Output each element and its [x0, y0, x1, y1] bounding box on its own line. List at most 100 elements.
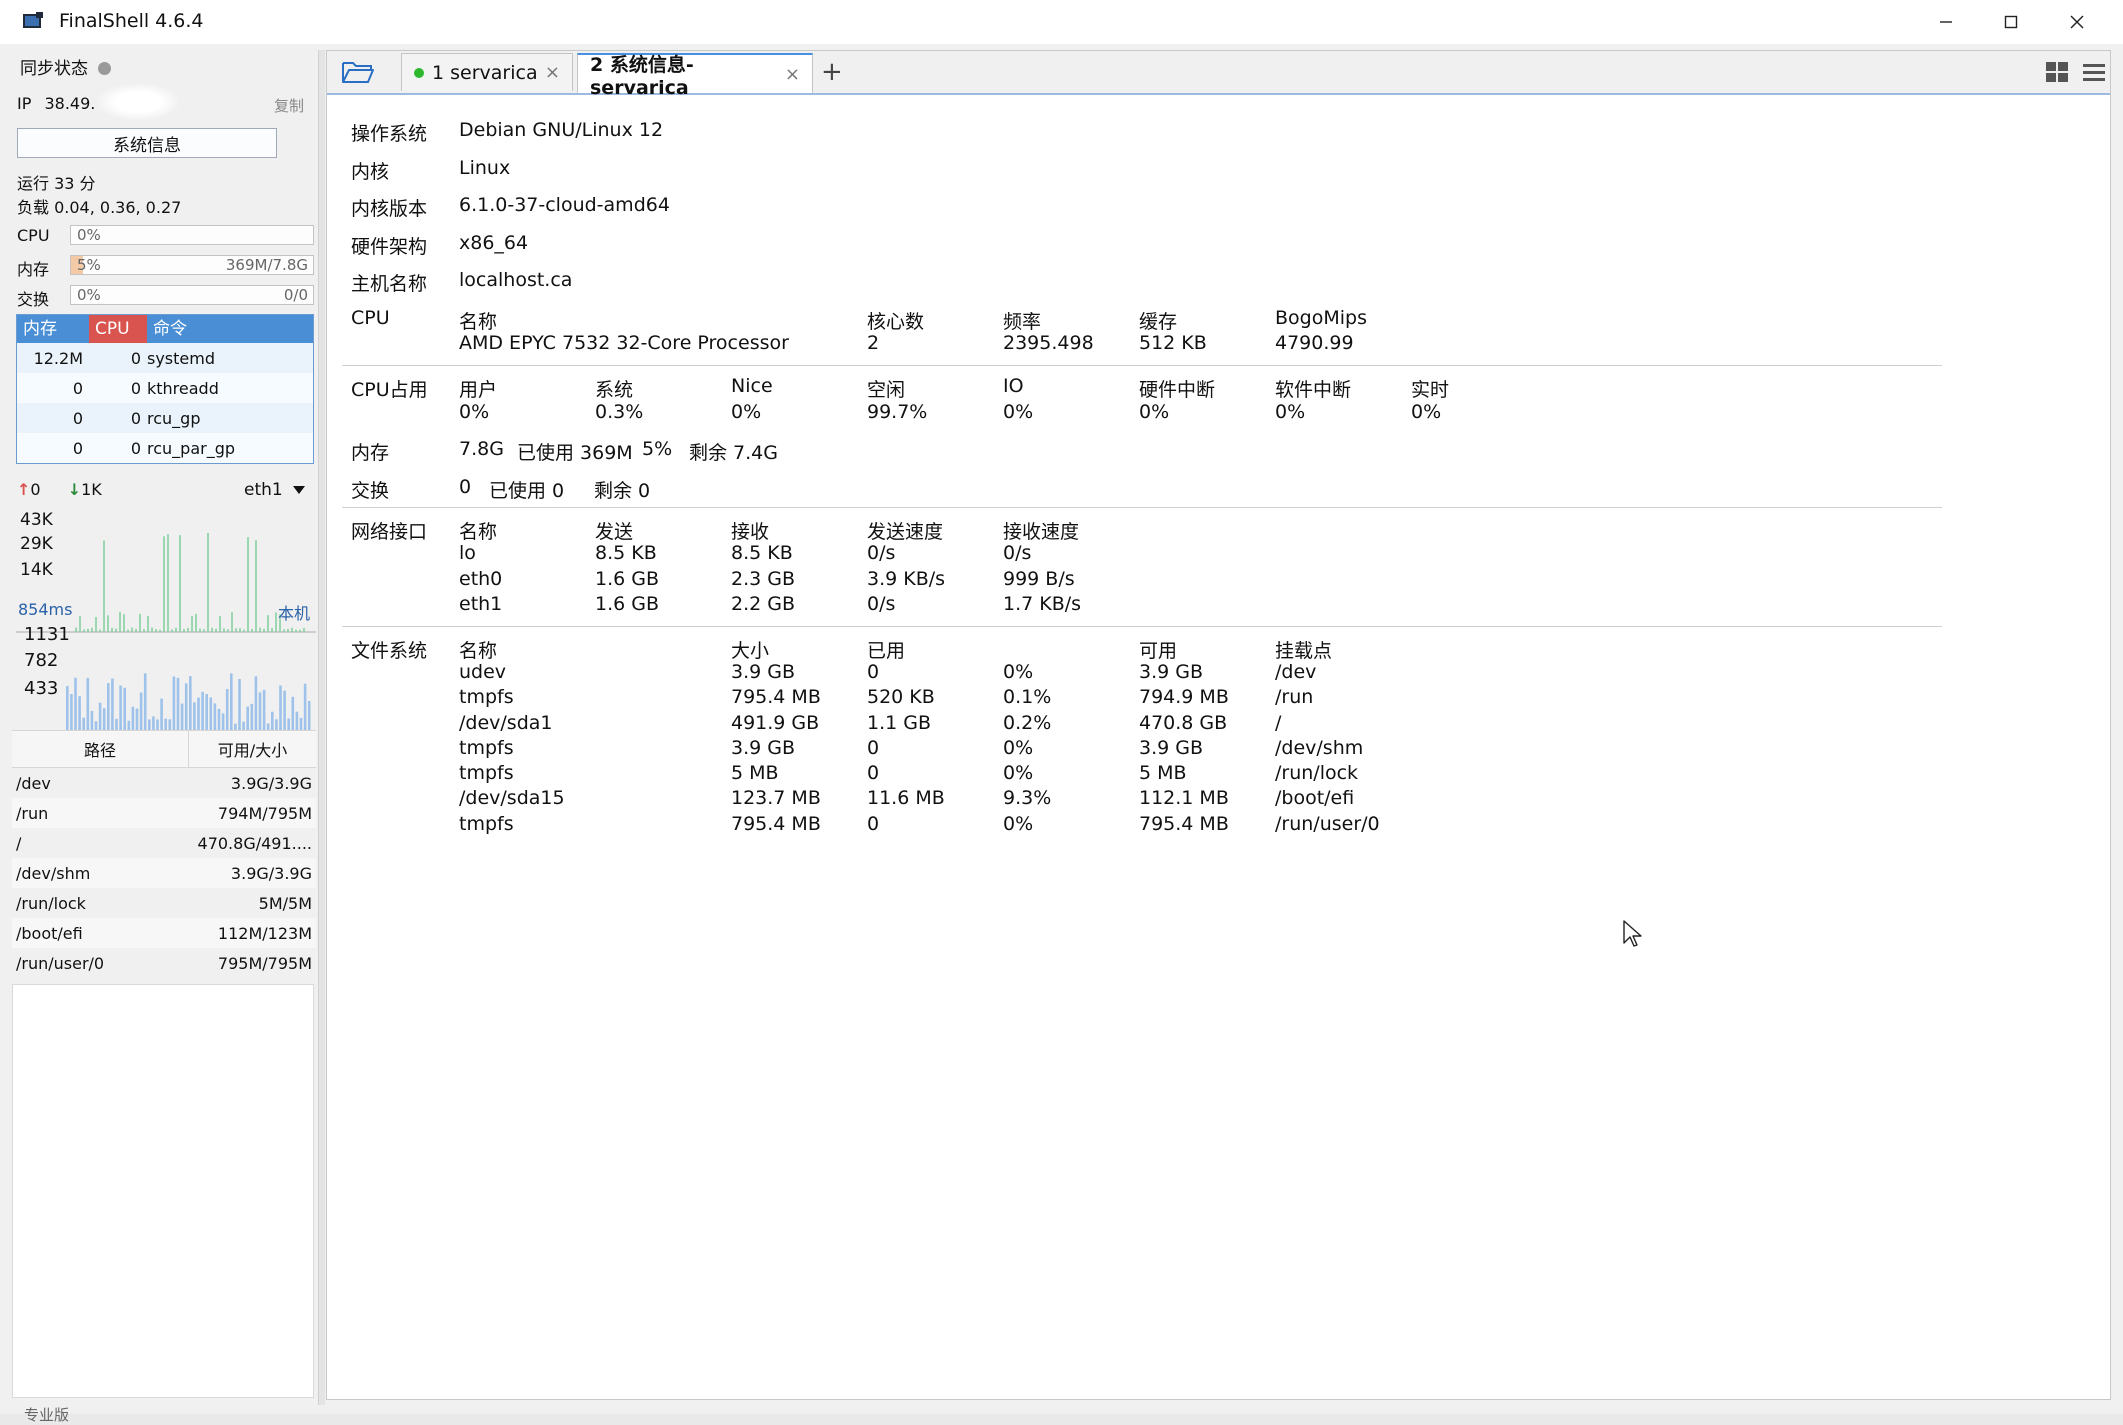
ip-value: 38.49. — [44, 94, 96, 113]
connected-status-dot — [414, 67, 424, 78]
finalshell-window: FinalShell 4.6.4 同步状态 IP 38.49. 复制 系统信息 … — [0, 0, 2123, 1424]
disk-row[interactable]: /boot/efi 112M/123M — [12, 918, 316, 948]
close-tab-icon[interactable]: × — [785, 64, 800, 85]
arch-label: 硬件架构 — [351, 236, 428, 258]
mouse-cursor-icon — [1623, 920, 1642, 947]
net-interface-select[interactable]: eth1 — [244, 480, 305, 500]
cpu-bogomips-header: BogoMips — [1275, 307, 1367, 329]
cpu-meter-value: 0% — [77, 226, 101, 244]
sync-status-dot — [98, 62, 111, 75]
minimize-button[interactable] — [1914, 0, 1978, 44]
latency-y-label: 1131 — [24, 624, 70, 645]
disk-row[interactable]: / 470.8G/491.... — [12, 828, 316, 858]
section-divider — [342, 507, 1942, 508]
network-cell: 2.2 GB — [731, 593, 796, 615]
process-row[interactable]: 0 0 rcu_gp — [17, 403, 313, 433]
disk-row[interactable]: /dev 3.9G/3.9G — [12, 768, 316, 798]
maximize-icon — [2004, 15, 2018, 29]
layout-toggle-button[interactable] — [2045, 61, 2069, 87]
main-panel: 1 servarica × 2 系统信息-servarica × + 操作系统 … — [326, 50, 2111, 1400]
disk-path: / — [16, 833, 22, 853]
edition-label: 专业版 — [24, 1406, 70, 1424]
hostname-label: 主机名称 — [351, 273, 428, 295]
sort-by-cpu-header[interactable]: CPU — [89, 315, 147, 343]
close-tab-icon[interactable]: × — [545, 62, 560, 83]
cpu-usage-header: 硬件中断 — [1139, 379, 1216, 401]
sidebar-splitter[interactable] — [318, 50, 325, 1405]
minimize-icon — [1940, 21, 1952, 23]
sidebar: 同步状态 IP 38.49. 复制 系统信息 运行 33 分 负载 0.04, … — [12, 44, 316, 1424]
disk-row[interactable]: /run 794M/795M — [12, 798, 316, 828]
sort-by-mem-header[interactable]: 内存 — [17, 315, 89, 343]
disk-path-header[interactable]: 路径 — [12, 731, 189, 767]
menu-button[interactable] — [2082, 61, 2106, 87]
process-cpu: 0 — [130, 348, 141, 368]
swap-meter-label: 交换 — [17, 290, 50, 309]
mem-meter-label: 内存 — [17, 260, 50, 279]
disk-path: /dev — [16, 773, 51, 793]
folder-open-icon — [342, 62, 374, 83]
fs-available: 112.1 MB — [1139, 787, 1229, 809]
kernel-version-label: 内核版本 — [351, 198, 428, 220]
disk-path: /boot/efi — [16, 923, 83, 943]
fs-name: tmpfs — [459, 762, 514, 784]
cpu-cache-value: 512 KB — [1139, 332, 1207, 354]
disk-size-header[interactable]: 可用/大小 — [189, 731, 316, 767]
chevron-down-icon — [292, 486, 305, 494]
tab-bar: 1 servarica × 2 系统信息-servarica × + — [327, 51, 2110, 99]
filesystem-header: 名称 — [459, 640, 498, 662]
network-header: 发送速度 — [867, 521, 944, 543]
fs-used: 0 — [867, 762, 880, 784]
disk-row[interactable]: /run/lock 5M/5M — [12, 888, 316, 918]
new-tab-button[interactable]: + — [821, 57, 843, 87]
sync-status-label: 同步状态 — [20, 59, 88, 79]
cpu-cache-header: 缓存 — [1139, 311, 1178, 333]
network-header: 接收速度 — [1003, 521, 1080, 543]
process-command: rcu_gp — [147, 408, 201, 428]
net-upload-value: 0 — [30, 480, 41, 499]
process-row[interactable]: 0 0 rcu_par_gp — [17, 433, 313, 463]
sysinfo-button[interactable]: 系统信息 — [17, 128, 277, 158]
open-folder-button[interactable] — [341, 59, 375, 89]
fs-name: tmpfs — [459, 813, 514, 835]
disk-row[interactable]: /run/user/0 795M/795M — [12, 948, 316, 978]
close-button[interactable] — [2045, 0, 2109, 44]
process-cpu: 0 — [130, 438, 141, 458]
fs-used: 0 — [867, 737, 880, 759]
network-header: 名称 — [459, 521, 498, 543]
network-cell: 1.7 KB/s — [1003, 593, 1082, 615]
network-header: 接收 — [731, 521, 770, 543]
fs-mount: /boot/efi — [1275, 787, 1355, 809]
process-row[interactable]: 12.2M 0 systemd — [17, 343, 313, 373]
disk-row[interactable]: /dev/shm 3.9G/3.9G — [12, 858, 316, 888]
sort-by-command-header[interactable]: 命令 — [147, 315, 313, 343]
section-divider — [342, 626, 1942, 627]
copy-ip-link[interactable]: 复制 — [274, 95, 304, 116]
process-table-body: 12.2M 0 systemd 0 0 kthreadd 0 0 rcu_gp 0 0 rcu_… — [17, 343, 313, 463]
tab-servarica[interactable]: 1 servarica × — [401, 53, 573, 91]
swap-used: 已使用 0 — [489, 480, 565, 502]
cpu-name-header: 名称 — [459, 311, 498, 333]
maximize-button[interactable] — [1979, 0, 2043, 44]
cpu-usage-value: 0% — [1275, 401, 1306, 423]
disk-path: /dev/shm — [16, 863, 91, 883]
tab-sysinfo-servarica[interactable]: 2 系统信息-servarica × — [577, 53, 813, 99]
process-row[interactable]: 0 0 kthreadd — [17, 373, 313, 403]
menu-icon — [2083, 64, 2105, 81]
cpu-usage-header: 系统 — [595, 379, 634, 401]
cpu-usage-value: 0% — [1411, 401, 1442, 423]
memory-total: 7.8G — [459, 438, 504, 460]
disk-size: 5M/5M — [258, 893, 312, 913]
cpu-name-value: AMD EPYC 7532 32-Core Processor — [459, 332, 789, 354]
mem-meter: 5% 369M/7.8G — [70, 255, 314, 275]
disk-size: 112M/123M — [217, 923, 312, 943]
cpu-usage-value: 0% — [731, 401, 762, 423]
ip-label: IP — [17, 94, 32, 113]
swap-free: 剩余 0 — [594, 480, 651, 502]
cpu-usage-value: 0.3% — [595, 401, 644, 423]
process-mem: 0 — [72, 438, 83, 458]
cpu-usage-header: 空闲 — [867, 379, 906, 401]
cpu-cores-value: 2 — [867, 332, 880, 354]
fs-used-percent: 9.3% — [1003, 787, 1052, 809]
os-value: Debian GNU/Linux 12 — [459, 119, 664, 141]
